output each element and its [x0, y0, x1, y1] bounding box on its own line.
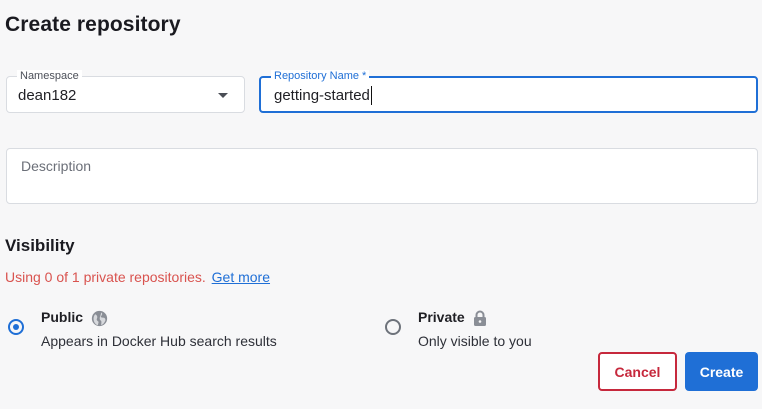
- private-radio[interactable]: [385, 319, 401, 335]
- private-title: Private: [418, 309, 465, 325]
- lock-icon: [473, 310, 487, 332]
- repository-name-value[interactable]: getting-started: [274, 86, 372, 105]
- create-button[interactable]: Create: [685, 352, 758, 391]
- description-field[interactable]: Description: [6, 148, 758, 204]
- namespace-label: Namespace: [17, 70, 82, 82]
- namespace-value: dean182: [18, 87, 77, 104]
- public-description: Appears in Docker Hub search results: [41, 333, 277, 349]
- public-title: Public: [41, 309, 84, 325]
- private-repo-usage: Using 0 of 1 private repositories. Get m…: [5, 269, 270, 285]
- public-radio[interactable]: [8, 319, 24, 335]
- cancel-button[interactable]: Cancel: [598, 352, 677, 391]
- namespace-select[interactable]: Namespace dean182: [6, 70, 245, 113]
- chevron-down-icon[interactable]: [218, 93, 228, 98]
- usage-text: Using 0 of 1 private repositories.: [5, 269, 206, 285]
- get-more-link[interactable]: Get more: [212, 269, 270, 285]
- private-description: Only visible to you: [418, 333, 532, 349]
- page-title: Create repository: [5, 13, 181, 36]
- description-placeholder: Description: [21, 158, 92, 174]
- repository-name-label: Repository Name *: [271, 70, 370, 82]
- visibility-heading: Visibility: [5, 236, 75, 255]
- globe-icon: [91, 310, 108, 332]
- repository-name-input[interactable]: Repository Name * getting-started: [259, 70, 758, 113]
